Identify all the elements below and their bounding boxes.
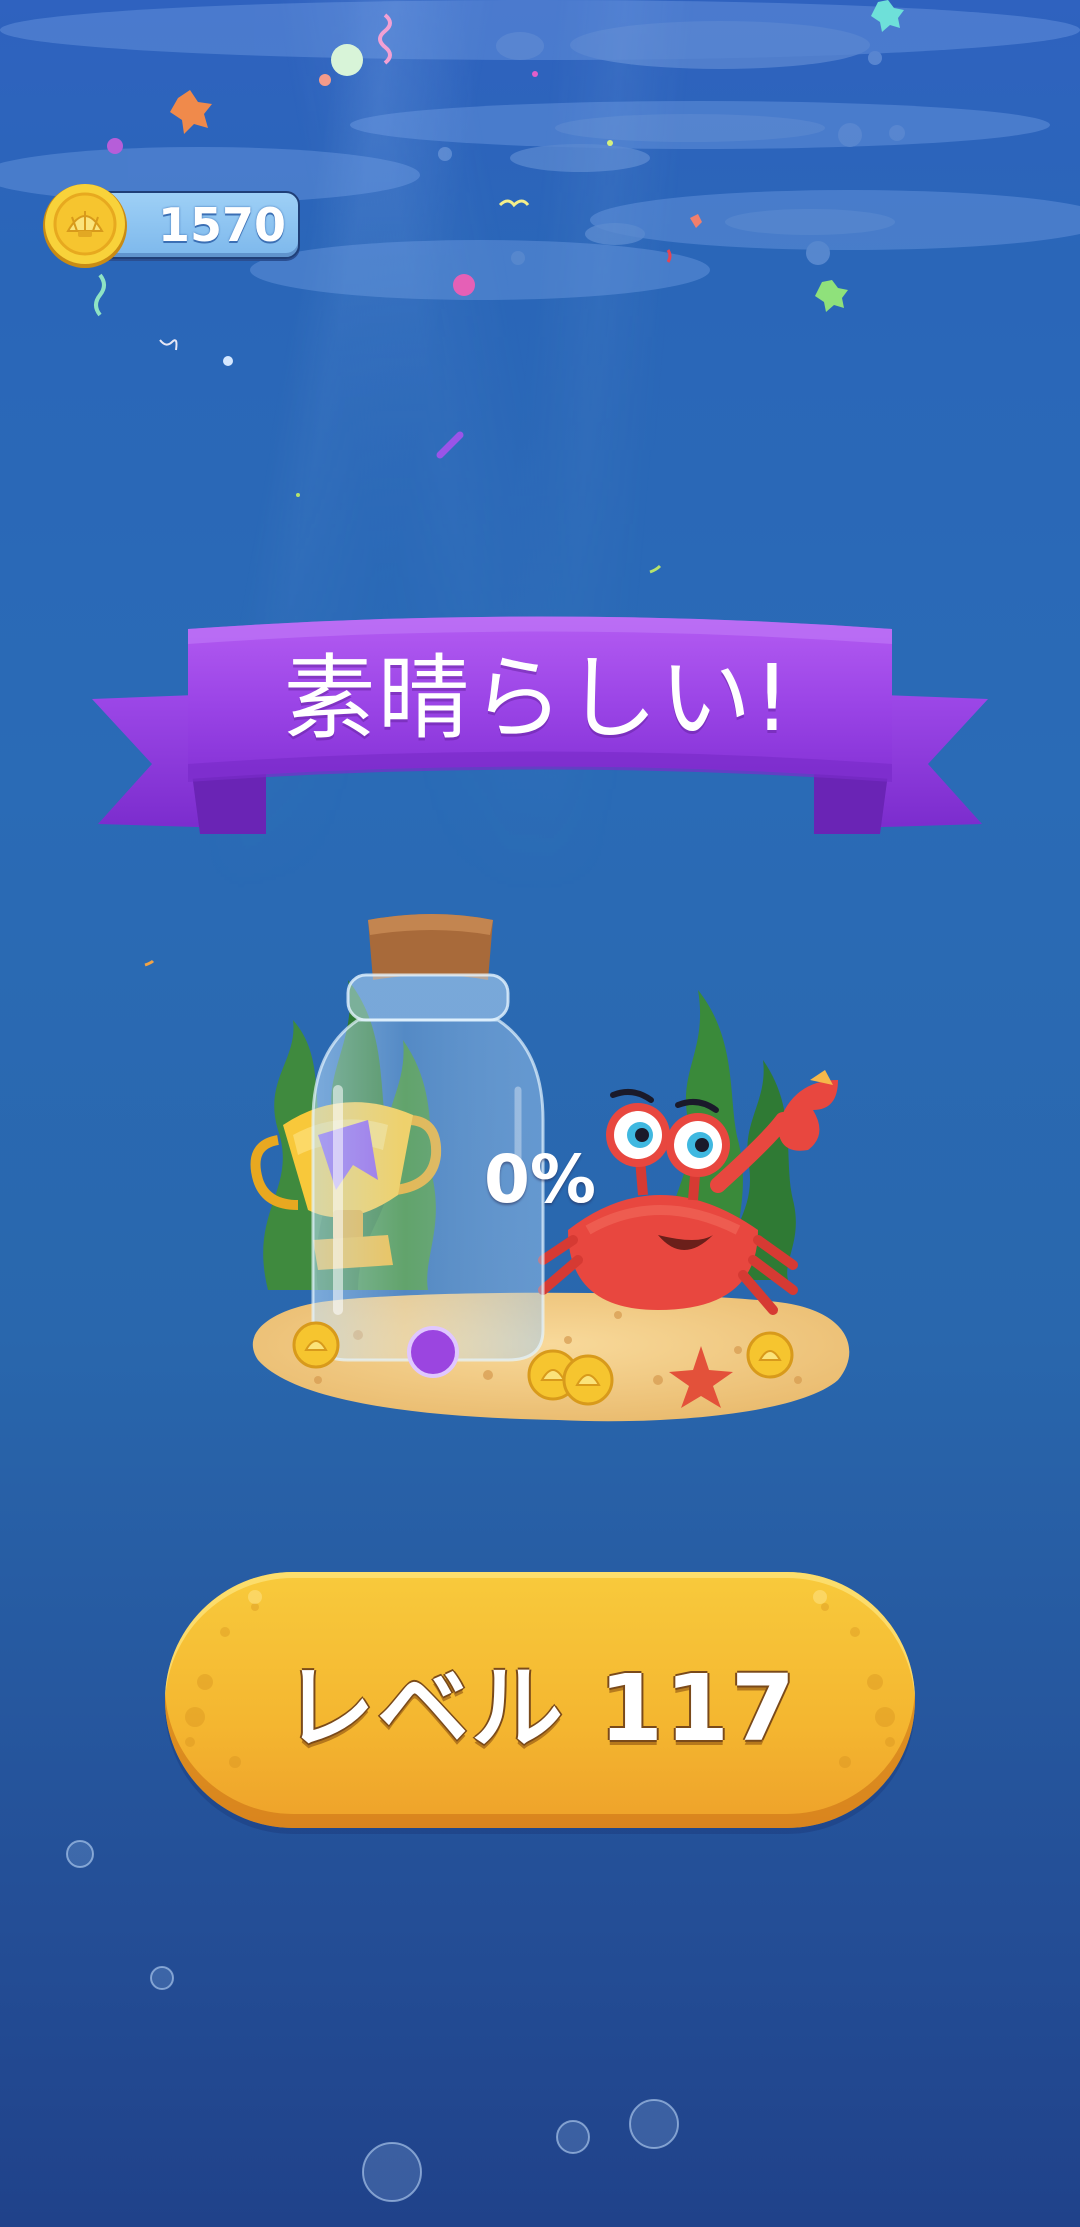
coin-counter: 1570 [42,183,300,269]
congrats-banner: 素晴らしい! [92,604,988,844]
coin-balance: 1570 [157,198,287,252]
level-complete-screen: { "hud": { "coins": "1570", "coin_icon":… [0,0,1080,2227]
next-level-button[interactable]: レベル 117 [165,1572,915,1828]
shell-coin-icon [43,184,127,268]
collection-progress: 0% [483,1141,597,1218]
banner-title: 素晴らしい! [283,645,793,752]
level-button-label: レベル 117 [282,1654,798,1762]
bubbles [66,1840,679,2202]
pearl-icon [407,1326,459,1378]
